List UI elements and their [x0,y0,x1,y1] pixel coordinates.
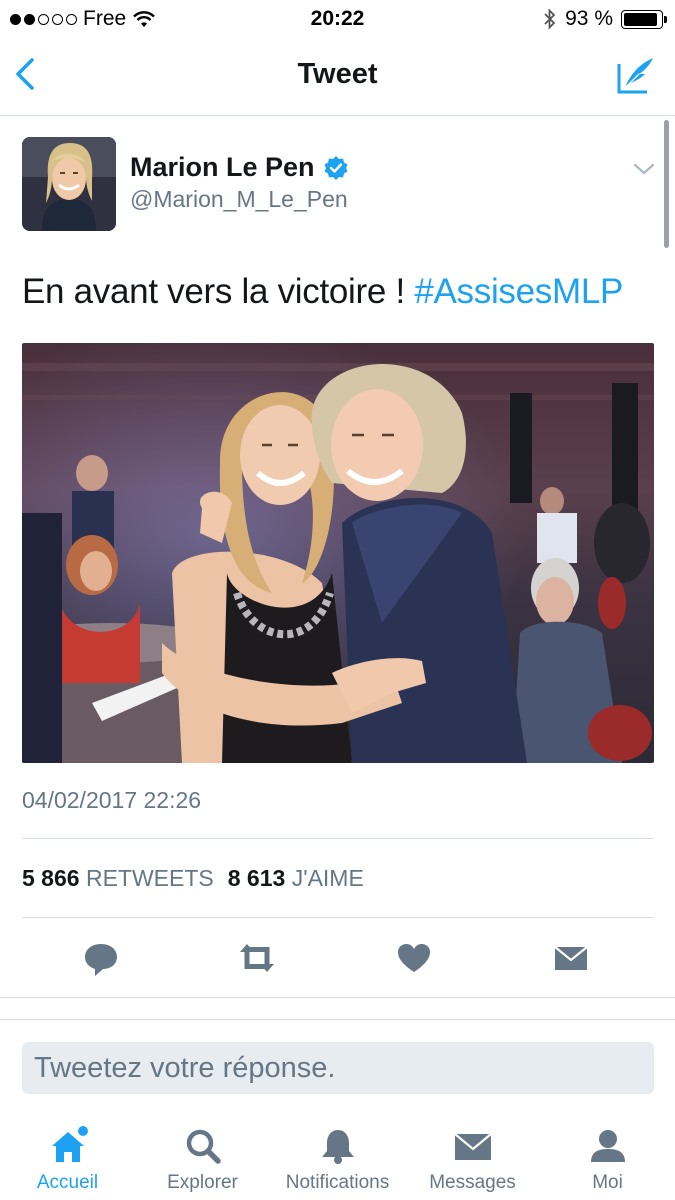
chevron-down-icon[interactable] [633,162,655,176]
retweets-stat[interactable]: 5 866 RETWEETS [22,865,214,892]
battery-icon [621,9,667,29]
divider [22,917,653,918]
tweet-stats: 5 866 RETWEETS 8 613 J'AIME [22,865,364,892]
divider [0,1019,675,1020]
battery-area: 93 % [543,7,667,31]
compose-quill-icon[interactable] [615,54,657,96]
search-icon [186,1129,221,1164]
tab-me-label: Moi [592,1172,623,1193]
author-name-text: Marion Le Pen [130,152,315,182]
tab-bar: Accueil Explorer Notifications Messages … [0,1110,675,1200]
hashtag-link[interactable]: #AssisesMLP [414,272,623,311]
tab-me[interactable]: Moi [540,1110,675,1200]
bluetooth-icon [544,8,556,30]
likes-label: J'AIME [291,865,364,891]
retweets-count: 5 866 [22,865,80,891]
battery-percent: 93 % [565,7,613,30]
tweet-timestamp: 04/02/2017 22:26 [22,787,202,813]
page-title: Tweet [297,58,378,90]
home-icon [52,1126,88,1162]
tweet-photo-image [22,343,654,763]
envelope-icon [454,1133,492,1160]
status-bar: Free 20:22 93 % [0,0,675,38]
tweet-actions [0,930,675,986]
reply-icon[interactable] [81,938,121,978]
retweet-icon[interactable] [237,938,277,978]
person-icon [591,1130,625,1162]
like-heart-icon[interactable] [394,938,434,978]
avatar[interactable] [22,137,116,231]
reply-input[interactable] [22,1042,654,1094]
divider [22,838,653,839]
avatar-portrait-image [22,137,116,231]
author-name[interactable]: Marion Le Pen [130,152,349,183]
navigation-bar: Tweet [0,38,675,116]
message-envelope-icon[interactable] [551,938,591,978]
divider [0,997,675,998]
bell-icon [322,1130,354,1164]
author-handle[interactable]: @Marion_M_Le_Pen [130,186,348,213]
likes-stat[interactable]: 8 613 J'AIME [228,865,364,892]
tweet-text: En avant vers la victoire ! #AssisesMLP [22,272,623,312]
retweets-label: RETWEETS [85,865,214,891]
verified-badge-icon [324,155,348,180]
scrollbar[interactable] [664,120,669,248]
tweet-photo[interactable] [22,343,654,763]
tweet-body: En avant vers la victoire ! [22,272,415,311]
likes-count: 8 613 [227,865,286,891]
